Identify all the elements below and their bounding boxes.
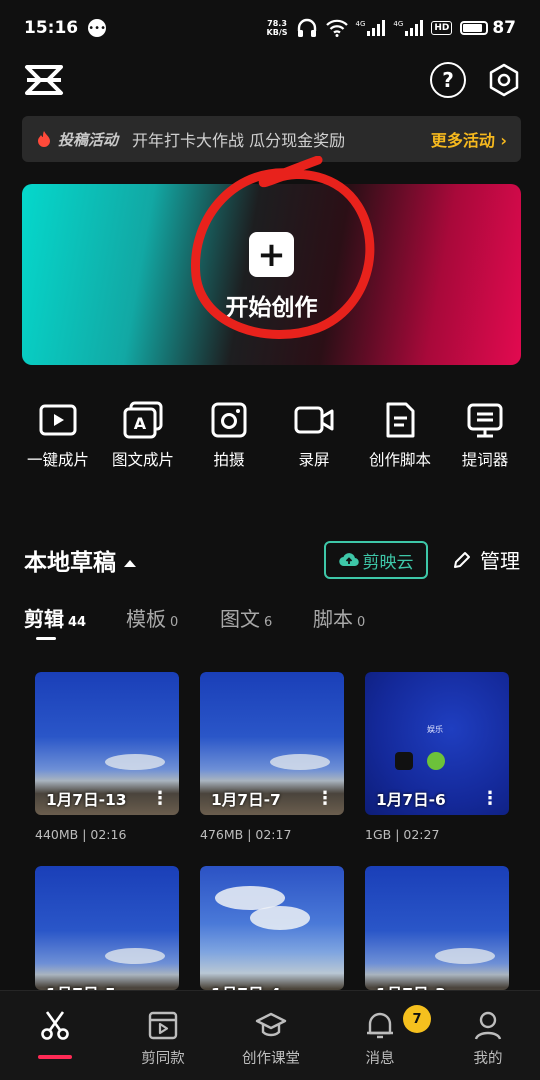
play-frame-icon [39, 404, 77, 436]
signal-4g-secondary-icon: 4G [393, 20, 424, 36]
fire-icon [38, 131, 50, 147]
mini-app-icon [427, 752, 445, 772]
tool-one-click-film[interactable]: 一键成片 [13, 400, 103, 470]
svg-text:A: A [134, 414, 147, 433]
tool-screen-record[interactable]: 录屏 [269, 400, 359, 470]
tool-label: 创作脚本 [368, 451, 431, 469]
capcut-logo-icon [25, 65, 63, 95]
settings-hexagon-icon[interactable] [486, 62, 522, 98]
draft-meta: 1GB | 02:27 [365, 827, 440, 842]
message-count-badge: 7 [403, 1005, 431, 1033]
cloud-upload-icon [338, 553, 359, 567]
more-activities-link[interactable]: 更多活动 › [431, 127, 507, 151]
draft-item[interactable]: 娱乐 1月7日-6 ⋮ 1GB | 02:27 [365, 672, 509, 844]
nav-same-style[interactable]: 剪同款 [109, 1009, 217, 1068]
app-header: ? [0, 56, 540, 106]
status-time: 15:16 [24, 18, 79, 38]
red-hand-drawn-circle [191, 156, 375, 339]
tool-label: 图文成片 [111, 451, 174, 469]
clapper-icon [148, 1011, 178, 1040]
scissors-icon [41, 1011, 69, 1040]
tool-label: 录屏 [298, 451, 330, 469]
caret-up-icon [124, 560, 136, 567]
pencil-icon [454, 551, 470, 568]
active-nav-indicator [38, 1055, 72, 1059]
more-options-icon[interactable]: ⋮ [316, 788, 334, 809]
graduation-cap-icon [255, 1012, 287, 1037]
signal-4g-icon: 4G [356, 20, 386, 36]
more-options-icon[interactable]: ⋮ [151, 788, 169, 809]
draft-item[interactable]: 1月7日-7 ⋮ 476MB | 02:17 [200, 672, 344, 844]
active-tab-indicator [36, 637, 56, 640]
video-camera-icon [294, 406, 334, 434]
draft-title: 1月7日-3 [376, 982, 446, 990]
draft-meta: 440MB | 02:16 [35, 827, 127, 842]
draft-item[interactable]: 1月7日-13 ⋮ 440MB | 02:16 [35, 672, 179, 844]
text-frame-icon: A [123, 401, 163, 439]
tool-label: 提词器 [461, 451, 509, 469]
draft-title: 1月7日-5 [46, 982, 116, 990]
battery-icon [460, 21, 489, 35]
battery-indicator: 87 [460, 18, 516, 38]
person-icon [474, 1011, 502, 1040]
bottom-navigation: 剪同款 创作课堂 消息 我的 [0, 990, 540, 1080]
draft-thumbnail [35, 866, 179, 990]
status-bar: 15:16 ••• 78.3 KB/S 4G 4G HD 87 [0, 0, 540, 56]
draft-meta: 476MB | 02:17 [200, 827, 292, 842]
folder-title: 娱乐 [427, 725, 443, 734]
tab-image-text[interactable]: 图文 6 [220, 603, 272, 632]
cloud-button[interactable]: 剪映云 [324, 541, 428, 579]
local-drafts-title[interactable]: 本地草稿 [24, 543, 136, 577]
promo-message: 开年打卡大作战 瓜分现金奖励 [132, 131, 346, 150]
draft-title: 1月7日-13 [46, 791, 127, 809]
tool-shoot[interactable]: 拍摄 [184, 400, 274, 470]
nav-creative-class[interactable]: 创作课堂 [217, 1009, 325, 1068]
tab-edit[interactable]: 剪辑 44 [24, 603, 86, 632]
draft-title: 1月7日-7 [211, 791, 281, 809]
tool-label: 一键成片 [26, 451, 89, 469]
tab-script[interactable]: 脚本 0 [313, 603, 365, 632]
promo-tag: 投稿活动 [58, 130, 119, 149]
camera-icon [211, 402, 247, 438]
draft-thumbnail [200, 866, 344, 990]
network-speed: 78.3 KB/S [266, 19, 288, 37]
tool-label: 拍摄 [213, 451, 245, 469]
manage-button[interactable]: 管理 [452, 545, 520, 574]
more-options-icon[interactable]: ⋮ [481, 788, 499, 809]
hd-voice-icon: HD [431, 21, 453, 35]
draft-thumbnail [365, 866, 509, 990]
wifi-icon [325, 19, 348, 37]
draft-item[interactable]: 1月7日-3 [365, 866, 509, 990]
help-icon[interactable]: ? [430, 62, 466, 98]
tool-create-script[interactable]: 创作脚本 [355, 400, 445, 470]
tool-image-text-film[interactable]: A 图文成片 [98, 400, 188, 470]
draft-item[interactable]: 1月7日-5 [35, 866, 179, 990]
nav-edit[interactable] [1, 1009, 109, 1047]
chat-notification-icon: ••• [88, 19, 107, 37]
quick-tools: 一键成片 A 图文成片 拍摄 录屏 创作脚本 提词器 [0, 400, 540, 480]
draft-title: 1月7日-6 [376, 791, 446, 809]
nav-profile[interactable]: 我的 [434, 1009, 540, 1068]
tool-teleprompter[interactable]: 提词器 [440, 400, 530, 470]
mini-app-icon [395, 752, 413, 772]
draft-title: 1月7日-4 [211, 982, 281, 990]
script-icon [386, 402, 415, 438]
bell-icon [367, 1012, 393, 1039]
status-indicators: 78.3 KB/S 4G 4G HD 87 [267, 18, 516, 38]
headphones-icon [297, 18, 316, 37]
tab-template[interactable]: 模板 0 [126, 603, 178, 632]
draft-item[interactable]: 1月7日-4 [200, 866, 344, 990]
teleprompter-icon [467, 403, 503, 438]
